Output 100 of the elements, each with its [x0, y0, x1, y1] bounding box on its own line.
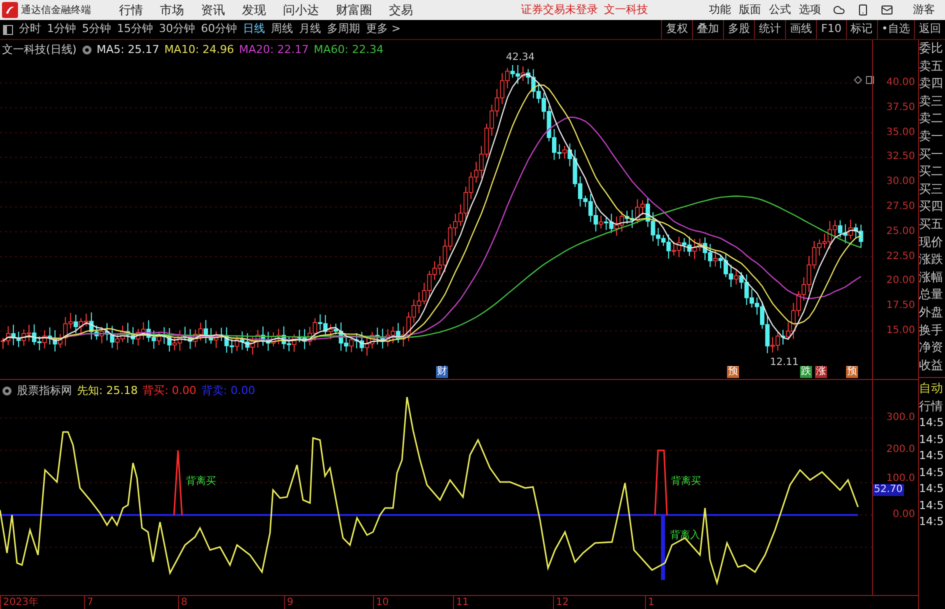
quote-label: 净资 — [919, 339, 944, 356]
date-label: 1 — [645, 596, 654, 609]
signal-label: 背离入 — [670, 530, 700, 542]
indicator-axis-label: 300.0 — [886, 412, 915, 424]
toolbar-action[interactable]: 复权 — [661, 20, 692, 39]
quote-label: 涨幅 — [919, 268, 944, 286]
tool-menu-item[interactable]: 选项 — [799, 2, 821, 18]
toolbar-action[interactable]: •自选 — [876, 20, 914, 39]
event-marker[interactable]: 跌 — [800, 366, 812, 378]
moving-average-value: MA5: 25.17 — [96, 42, 160, 58]
price-axis-label: 17.50 — [886, 300, 915, 312]
period-tab[interactable]: 5分钟 — [82, 21, 111, 38]
quote-label: 收益 — [919, 356, 944, 374]
toolbar-action[interactable]: 多股 — [723, 20, 754, 39]
mode-label[interactable]: 行情 — [919, 398, 945, 416]
quote-label: 总量 — [919, 286, 944, 304]
menu-item[interactable]: 市场 — [160, 1, 184, 19]
period-tab[interactable]: 30分钟 — [159, 21, 195, 38]
tool-menu-item[interactable]: 版面 — [739, 2, 761, 18]
quote-label: 涨跌 — [919, 251, 944, 268]
phone-icon[interactable] — [857, 4, 869, 16]
indicator-value: 背买: 0.00 — [142, 383, 196, 399]
quote-label: 卖五 — [919, 58, 944, 75]
period-tab[interactable]: 1分钟 — [47, 21, 76, 38]
event-marker[interactable]: 涨 — [815, 366, 827, 378]
quote-label: 卖二 — [919, 110, 944, 128]
toolbar-action[interactable]: 画线 — [785, 20, 816, 39]
menu-item[interactable]: 发现 — [242, 1, 266, 19]
quote-label: 委比 — [919, 40, 944, 57]
price-axis-label: 35.00 — [886, 126, 915, 139]
toolbar-action[interactable]: 叠加 — [692, 20, 724, 39]
menu-item[interactable]: 行情 — [119, 1, 143, 19]
date-label: 7 — [84, 596, 94, 609]
quote-label: 卖四 — [919, 75, 944, 92]
price-axis-label: 27.50 — [886, 201, 915, 213]
mode-label[interactable]: 自动 — [919, 380, 945, 398]
toolbar-action[interactable]: 标记 — [846, 20, 876, 39]
tool-menu-item[interactable]: 公式 — [769, 2, 791, 18]
period-tab[interactable]: 分时 — [19, 21, 41, 38]
trade-time: 14:5 — [919, 464, 945, 481]
moving-average-value: MA20: 22.17 — [239, 42, 309, 58]
period-tab[interactable]: 多周期 — [327, 21, 360, 38]
chart-title: 文一科技(日线) — [2, 42, 77, 58]
period-tab[interactable]: 15分钟 — [117, 21, 153, 38]
logo-icon — [2, 2, 18, 18]
signal-label: 背离买 — [671, 476, 701, 488]
indicator-title: 股票指标网 — [17, 383, 72, 399]
indicator-value: 背卖: 0.00 — [201, 383, 256, 399]
tool-menu-item[interactable]: 功能 — [709, 2, 731, 18]
current-value-label: 52.70 — [873, 484, 904, 496]
date-label: 11 — [453, 596, 469, 609]
mail-icon[interactable] — [881, 4, 893, 16]
diamond-icon[interactable] — [854, 76, 862, 84]
menu-item[interactable]: 资讯 — [201, 1, 225, 19]
trade-time: 14:5 — [919, 448, 945, 464]
menu-item[interactable]: 交易 — [389, 1, 413, 19]
price-axis-label: 32.50 — [886, 151, 915, 164]
toolbar-action[interactable]: F10 — [816, 20, 846, 39]
settings-icon[interactable] — [2, 386, 12, 396]
panel-icon[interactable] — [866, 76, 874, 84]
date-label: 2023年 — [0, 596, 38, 609]
settings-icon[interactable] — [82, 45, 92, 56]
event-marker[interactable]: 财 — [436, 366, 448, 378]
period-tab[interactable]: 更多 > — [366, 21, 401, 38]
signal-label: 背离买 — [186, 476, 216, 488]
date-label: 8 — [178, 596, 188, 609]
cloud-icon[interactable] — [833, 4, 845, 16]
price-axis-label: 20.00 — [886, 275, 915, 288]
app-title: 通达信金融终端 — [21, 4, 92, 18]
quote-label: 买三 — [919, 180, 944, 198]
toolbar-action[interactable]: 返回 — [914, 20, 945, 39]
period-tab[interactable]: 周线 — [271, 21, 293, 38]
price-axis-label: 37.50 — [886, 102, 915, 114]
stock-name: 文一科技 — [604, 2, 648, 18]
period-tab[interactable]: 日线 — [243, 21, 265, 38]
trade-time: 14:5 — [919, 432, 945, 448]
event-marker[interactable]: 预 — [846, 366, 858, 378]
trade-time: 14:5 — [919, 481, 945, 498]
period-tab[interactable]: 60分钟 — [201, 21, 237, 38]
toolbar-action[interactable]: 统计 — [754, 20, 786, 39]
period-tab[interactable]: 月线 — [299, 21, 321, 38]
high-price-label: 42.34 — [506, 50, 535, 65]
date-label: 12 — [553, 596, 569, 609]
quote-label: 买五 — [919, 216, 944, 233]
trade-time: 14:5 — [919, 514, 945, 530]
user-label[interactable]: 游客 — [913, 2, 935, 18]
moving-average-value: MA60: 22.34 — [314, 42, 384, 58]
quote-label: 卖三 — [919, 92, 944, 110]
low-price-label: 12.11 — [770, 356, 799, 370]
quote-label: 现价 — [919, 234, 944, 251]
panel-toggle-icon[interactable] — [3, 24, 13, 34]
price-axis-label: 30.00 — [886, 176, 915, 188]
price-axis-label: 22.50 — [886, 250, 915, 263]
trade-time: 14:5 — [919, 415, 945, 432]
quote-label: 换手 — [919, 322, 944, 338]
indicator-axis-label: 0.00 — [892, 509, 915, 521]
event-marker[interactable]: 预 — [727, 366, 739, 378]
menu-item[interactable]: 财富圈 — [336, 1, 372, 19]
menu-item[interactable]: 问小达 — [283, 1, 319, 19]
price-axis-label: 15.00 — [886, 325, 915, 337]
